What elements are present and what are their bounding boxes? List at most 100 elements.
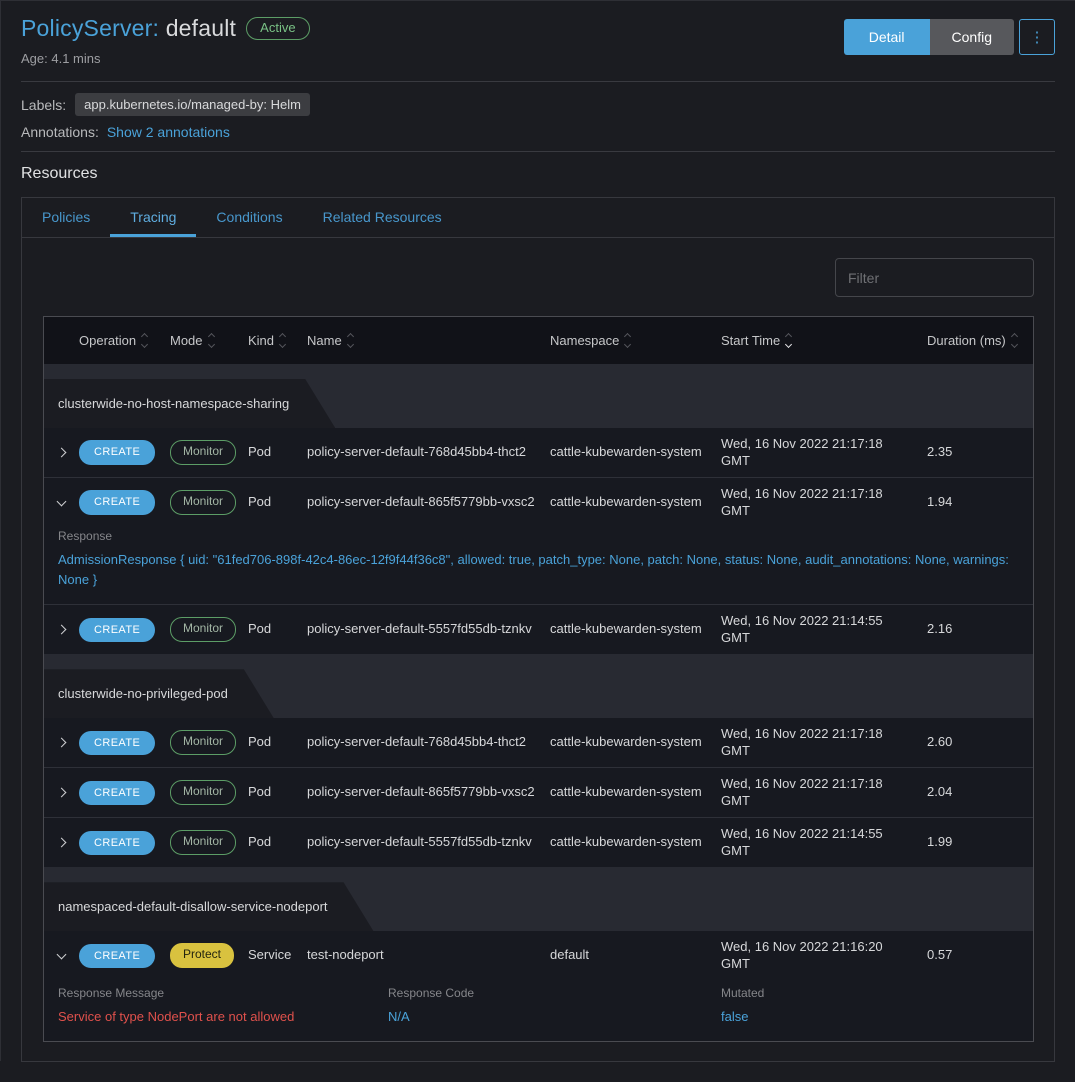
annotations-row: Annotations: Show 2 annotations: [21, 124, 1055, 140]
column-header-start-time[interactable]: Start Time: [721, 333, 927, 348]
cell-kind: Pod: [248, 621, 307, 638]
row-detail: Response MessageService of type NodePort…: [44, 980, 1033, 1041]
row-expander[interactable]: [44, 739, 79, 746]
row-expander[interactable]: [44, 954, 79, 958]
cell-mode: Monitor: [170, 490, 248, 515]
row-expander[interactable]: [44, 449, 79, 456]
filter-input[interactable]: [835, 258, 1034, 297]
operation-badge: CREATE: [79, 440, 155, 464]
cell-operation: CREATE: [79, 781, 170, 805]
resources-title: Resources: [21, 165, 1055, 183]
config-button[interactable]: Config: [930, 19, 1014, 55]
resource-kind: PolicyServer:: [21, 15, 159, 41]
column-header-name[interactable]: Name: [307, 333, 550, 348]
group-label: namespaced-default-disallow-service-node…: [44, 882, 374, 931]
cell-duration: 0.57: [927, 947, 1033, 964]
mode-badge: Protect: [170, 943, 234, 968]
cell-namespace: cattle-kubewarden-system: [550, 444, 721, 461]
table-body: clusterwide-no-host-namespace-sharing CRE…: [44, 364, 1033, 1041]
sort-carets-icon: [209, 334, 214, 347]
cell-start-time: Wed, 16 Nov 2022 21:14:55 GMT: [721, 613, 927, 647]
status-badge: Active: [246, 17, 309, 40]
sort-carets-icon: [786, 334, 791, 347]
detail-value: false: [721, 1007, 1013, 1027]
cell-namespace: cattle-kubewarden-system: [550, 494, 721, 511]
column-header-namespace[interactable]: Namespace: [550, 333, 721, 348]
policy-server-detail-page: PolicyServer: default Active Age: 4.1 mi…: [1, 1, 1075, 1082]
chevron-right-icon: [57, 625, 67, 635]
row-detail: ResponseAdmissionResponse { uid: "61fed7…: [44, 527, 1033, 604]
operation-badge: CREATE: [79, 490, 155, 514]
table-row[interactable]: CREATEProtectServicetest-nodeportdefault…: [44, 931, 1033, 980]
cell-operation: CREATE: [79, 731, 170, 755]
cell-duration: 2.16: [927, 621, 1033, 638]
operation-badge: CREATE: [79, 731, 155, 755]
sort-carets-icon: [142, 334, 147, 347]
cell-duration: 2.35: [927, 444, 1033, 461]
cell-namespace: default: [550, 947, 721, 964]
kebab-icon: ⋮: [1030, 29, 1045, 46]
cell-start-time: Wed, 16 Nov 2022 21:16:20 GMT: [721, 939, 927, 973]
table-row[interactable]: CREATEMonitorPodpolicy-server-default-55…: [44, 605, 1033, 654]
table-row[interactable]: CREATEMonitorPodpolicy-server-default-86…: [44, 478, 1033, 527]
operation-badge: CREATE: [79, 781, 155, 805]
cell-kind: Pod: [248, 834, 307, 851]
detail-value: N/A: [388, 1007, 721, 1027]
table-row[interactable]: CREATEMonitorPodpolicy-server-default-55…: [44, 818, 1033, 867]
cell-mode: Monitor: [170, 730, 248, 755]
mode-badge: Monitor: [170, 780, 236, 805]
group-label: clusterwide-no-privileged-pod: [44, 669, 274, 718]
detail-label: Response Message: [58, 986, 388, 1000]
table-row[interactable]: CREATEMonitorPodpolicy-server-default-76…: [44, 428, 1033, 477]
cell-kind: Service: [248, 947, 307, 964]
cell-name: policy-server-default-865f5779bb-vxsc2: [307, 494, 550, 511]
mode-badge: Monitor: [170, 490, 236, 515]
divider: [21, 151, 1055, 152]
cell-name: policy-server-default-768d45bb4-thct2: [307, 734, 550, 751]
age-text: Age: 4.1 mins: [21, 51, 310, 66]
column-header-duration[interactable]: Duration (ms): [927, 333, 1033, 348]
tab-conditions[interactable]: Conditions: [196, 198, 302, 237]
cell-mode: Monitor: [170, 440, 248, 465]
cell-namespace: cattle-kubewarden-system: [550, 621, 721, 638]
kebab-menu-button[interactable]: ⋮: [1019, 19, 1055, 55]
column-header-mode[interactable]: Mode: [170, 333, 248, 348]
tab-related-resources[interactable]: Related Resources: [303, 198, 462, 237]
resource-name: default: [166, 15, 236, 41]
cell-kind: Pod: [248, 734, 307, 751]
tab-tracing[interactable]: Tracing: [110, 198, 196, 237]
cell-start-time: Wed, 16 Nov 2022 21:17:18 GMT: [721, 776, 927, 810]
cell-name: policy-server-default-768d45bb4-thct2: [307, 444, 550, 461]
cell-start-time: Wed, 16 Nov 2022 21:17:18 GMT: [721, 436, 927, 470]
detail-button[interactable]: Detail: [844, 19, 930, 55]
cell-operation: CREATE: [79, 490, 170, 514]
group-header: clusterwide-no-host-namespace-sharing: [44, 364, 1033, 428]
mode-badge: Monitor: [170, 730, 236, 755]
cell-duration: 2.60: [927, 734, 1033, 751]
show-annotations-link[interactable]: Show 2 annotations: [107, 124, 230, 140]
table-row[interactable]: CREATEMonitorPodpolicy-server-default-86…: [44, 768, 1033, 817]
cell-name: policy-server-default-865f5779bb-vxsc2: [307, 784, 550, 801]
row-expander[interactable]: [44, 501, 79, 505]
table-row-block: CREATEMonitorPodpolicy-server-default-86…: [44, 478, 1033, 605]
labels-label: Labels:: [21, 97, 66, 113]
column-header-kind[interactable]: Kind: [248, 333, 307, 348]
tab-policies[interactable]: Policies: [22, 198, 110, 237]
operation-badge: CREATE: [79, 944, 155, 968]
chevron-down-icon: [57, 949, 67, 959]
chevron-down-icon: [57, 496, 67, 506]
divider: [21, 81, 1055, 82]
labels-row: Labels: app.kubernetes.io/managed-by: He…: [21, 93, 1055, 116]
group-header: namespaced-default-disallow-service-node…: [44, 867, 1033, 931]
table-row[interactable]: CREATE Monitor Podpolicy-server-default-76…: [44, 718, 1033, 767]
cell-operation: CREATE: [79, 440, 170, 464]
row-expander[interactable]: [44, 789, 79, 796]
label-chip: app.kubernetes.io/managed-by: Helm: [75, 93, 310, 116]
chevron-right-icon: [57, 448, 67, 458]
row-expander[interactable]: [44, 839, 79, 846]
column-header-operation[interactable]: Operation: [79, 333, 170, 348]
row-expander[interactable]: [44, 626, 79, 633]
resources-panel: Policies Tracing Conditions Related Reso…: [21, 197, 1055, 1062]
detail-label: Response: [58, 529, 1013, 543]
cell-duration: 1.94: [927, 494, 1033, 511]
